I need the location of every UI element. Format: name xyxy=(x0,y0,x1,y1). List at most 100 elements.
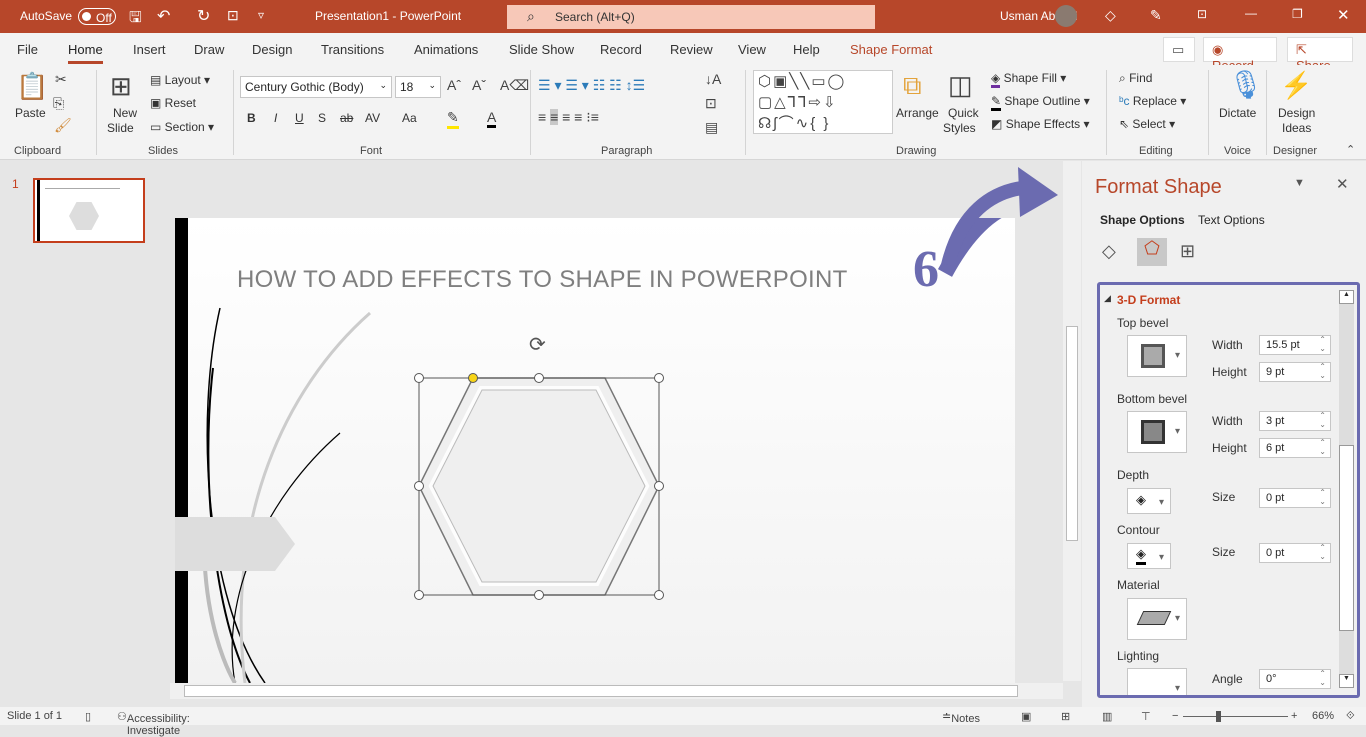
lighting-gallery[interactable] xyxy=(1127,668,1187,695)
ribbon-display-icon[interactable]: ⊡ xyxy=(1197,7,1207,21)
size-properties-icon[interactable]: ⊞ xyxy=(1180,241,1195,262)
design-ideas-button[interactable]: Design xyxy=(1278,106,1315,120)
pane-scrollbar[interactable]: ▲ ▼ xyxy=(1339,290,1354,688)
slide[interactable]: ⟳ HOW TO ADD EFFECTS TO SHAPE IN POWERPO… xyxy=(175,218,1015,683)
zoom-slider-thumb[interactable] xyxy=(1216,711,1221,722)
arrange-button[interactable]: Arrange xyxy=(896,106,939,120)
smartart-icon[interactable]: ▤ xyxy=(705,119,718,136)
top-bevel-width-input[interactable]: 15.5 pt xyxy=(1259,335,1331,355)
quick-styles-button[interactable]: Quick xyxy=(948,106,979,120)
tab-shape-options[interactable]: Shape Options xyxy=(1100,213,1185,227)
highlight-icon[interactable]: ✎ xyxy=(447,109,459,129)
top-bevel-height-input[interactable]: 9 pt xyxy=(1259,362,1331,382)
vertical-scrollbar[interactable] xyxy=(1063,161,1081,681)
reset-button[interactable]: ▣ Reset xyxy=(150,96,196,110)
shape-fill-button[interactable]: ◈ Shape Fill ▾ xyxy=(991,71,1066,88)
tab-text-options[interactable]: Text Options xyxy=(1198,213,1265,227)
effects-icon[interactable]: ⬠ xyxy=(1137,238,1167,266)
tab-review[interactable]: Review xyxy=(670,42,713,57)
scroll-thumb[interactable] xyxy=(1339,445,1354,631)
bottom-bevel-gallery[interactable] xyxy=(1127,411,1187,453)
fit-slide-icon[interactable]: ⟐ xyxy=(1346,710,1355,723)
depth-color-picker[interactable]: ◈ xyxy=(1127,488,1171,514)
autosave-toggle[interactable]: Off xyxy=(78,8,116,25)
dictate-button[interactable]: Dictate xyxy=(1219,106,1256,120)
fill-line-icon[interactable]: ◇ xyxy=(1102,241,1116,262)
zoom-level[interactable]: 66% xyxy=(1312,710,1334,722)
font-color-icon[interactable]: A xyxy=(487,109,497,128)
minimize-icon[interactable]: — xyxy=(1245,6,1257,20)
zoom-out-button[interactable]: − xyxy=(1172,710,1178,722)
new-slide-icon[interactable]: ⊞ xyxy=(110,71,132,102)
replace-button[interactable]: ᵇc Replace ▾ xyxy=(1119,94,1186,108)
tab-design[interactable]: Design xyxy=(252,42,292,57)
cut-icon[interactable]: ✂ xyxy=(55,71,67,88)
bottom-bevel-width-input[interactable]: 3 pt xyxy=(1259,411,1331,431)
tab-view[interactable]: View xyxy=(738,42,766,57)
shape-outline-button[interactable]: ✎ Shape Outline ▾ xyxy=(991,94,1090,111)
close-pane-icon[interactable]: ✕ xyxy=(1336,175,1349,193)
character-spacing-button[interactable]: AV xyxy=(365,111,380,125)
tab-shape-format[interactable]: Shape Format xyxy=(850,42,932,57)
customize-qat-icon[interactable]: ▿ xyxy=(258,8,264,22)
find-button[interactable]: ⌕ Find xyxy=(1119,71,1152,86)
align-text-icon[interactable]: ⊡ xyxy=(705,95,717,112)
normal-view-icon[interactable]: ▣ xyxy=(1021,710,1031,723)
section-header[interactable]: 3-D Format xyxy=(1117,293,1180,307)
pane-options-icon[interactable]: ▼ xyxy=(1294,177,1305,189)
shapes-gallery[interactable]: ⬡▣╲╲▭◯ ▢△⅂⅂⇨⇩ ☊ʃ⌒∿{ } xyxy=(753,70,893,134)
zoom-in-button[interactable]: + xyxy=(1291,710,1297,722)
bold-button[interactable]: B xyxy=(247,111,256,125)
tab-file[interactable]: File xyxy=(17,42,38,57)
tab-draw[interactable]: Draw xyxy=(194,42,224,57)
new-slide-button[interactable]: New xyxy=(113,106,137,120)
spelling-icon[interactable]: ▯ xyxy=(85,710,91,723)
material-gallery[interactable] xyxy=(1127,598,1187,640)
slide-thumbnail[interactable] xyxy=(33,178,145,243)
search-box[interactable]: ⌕ Search (Alt+Q) xyxy=(507,5,875,29)
present-icon[interactable]: ⊡ xyxy=(227,7,239,24)
section-button[interactable]: ▭ Section ▾ xyxy=(150,120,214,134)
paste-button[interactable]: Paste xyxy=(15,106,46,120)
slideshow-view-icon[interactable]: ⊤ xyxy=(1141,710,1151,723)
collapse-section-icon[interactable]: ◢ xyxy=(1104,293,1111,304)
diamond-icon[interactable]: ◇ xyxy=(1105,7,1116,24)
comments-button[interactable]: ▭ xyxy=(1163,37,1195,62)
contour-color-picker[interactable]: ◈ xyxy=(1127,543,1171,569)
scroll-thumb[interactable] xyxy=(184,685,1018,697)
paste-icon[interactable]: 📋 xyxy=(16,71,48,102)
undo-icon[interactable]: ↶ xyxy=(157,6,170,26)
tab-home[interactable]: Home xyxy=(68,42,103,64)
slide-sorter-icon[interactable]: ⊞ xyxy=(1061,710,1070,723)
horizontal-scrollbar[interactable] xyxy=(170,683,1063,699)
reading-view-icon[interactable]: ▥ xyxy=(1102,710,1112,723)
format-painter-icon[interactable]: 🖌 xyxy=(54,117,72,134)
close-icon[interactable]: ✕ xyxy=(1337,6,1350,24)
top-bevel-gallery[interactable] xyxy=(1127,335,1187,377)
tab-slide-show[interactable]: Slide Show xyxy=(509,42,574,57)
italic-button[interactable]: I xyxy=(274,111,277,125)
save-icon[interactable]: 🖫 xyxy=(129,7,142,32)
pen-icon[interactable]: ✎ xyxy=(1150,7,1162,24)
layout-button[interactable]: ▤ Layout ▾ xyxy=(150,73,210,87)
lighting-angle-input[interactable]: 0° xyxy=(1259,669,1331,689)
tab-animations[interactable]: Animations xyxy=(414,42,478,57)
depth-size-input[interactable]: 0 pt xyxy=(1259,488,1331,508)
tab-insert[interactable]: Insert xyxy=(133,42,166,57)
grow-font-icon[interactable]: Aˆ xyxy=(447,77,461,93)
select-button[interactable]: ⇖ Select ▾ xyxy=(1119,117,1175,131)
notes-button[interactable]: ≐ Notes xyxy=(942,710,980,725)
record-button[interactable]: ◉ Record xyxy=(1203,37,1277,73)
shadow-button[interactable]: S xyxy=(318,111,326,125)
text-direction-icon[interactable]: ↓A xyxy=(705,71,721,87)
font-size-select[interactable]: 18 ⌄ xyxy=(395,76,441,98)
redo-icon[interactable]: ↻ xyxy=(197,6,210,26)
share-button[interactable]: ⇱ Share xyxy=(1287,37,1353,73)
slide-title[interactable]: HOW TO ADD EFFECTS TO SHAPE IN POWERPOIN… xyxy=(237,266,848,294)
design-ideas-icon[interactable]: ⚡ xyxy=(1280,70,1312,101)
shape-effects-button[interactable]: ◩ Shape Effects ▾ xyxy=(991,117,1090,131)
arrange-icon[interactable]: ⧉ xyxy=(903,70,922,102)
quick-styles-icon[interactable]: ◫ xyxy=(948,70,973,101)
microphone-icon[interactable]: 🎙 xyxy=(1228,68,1264,101)
tab-help[interactable]: Help xyxy=(793,42,820,57)
